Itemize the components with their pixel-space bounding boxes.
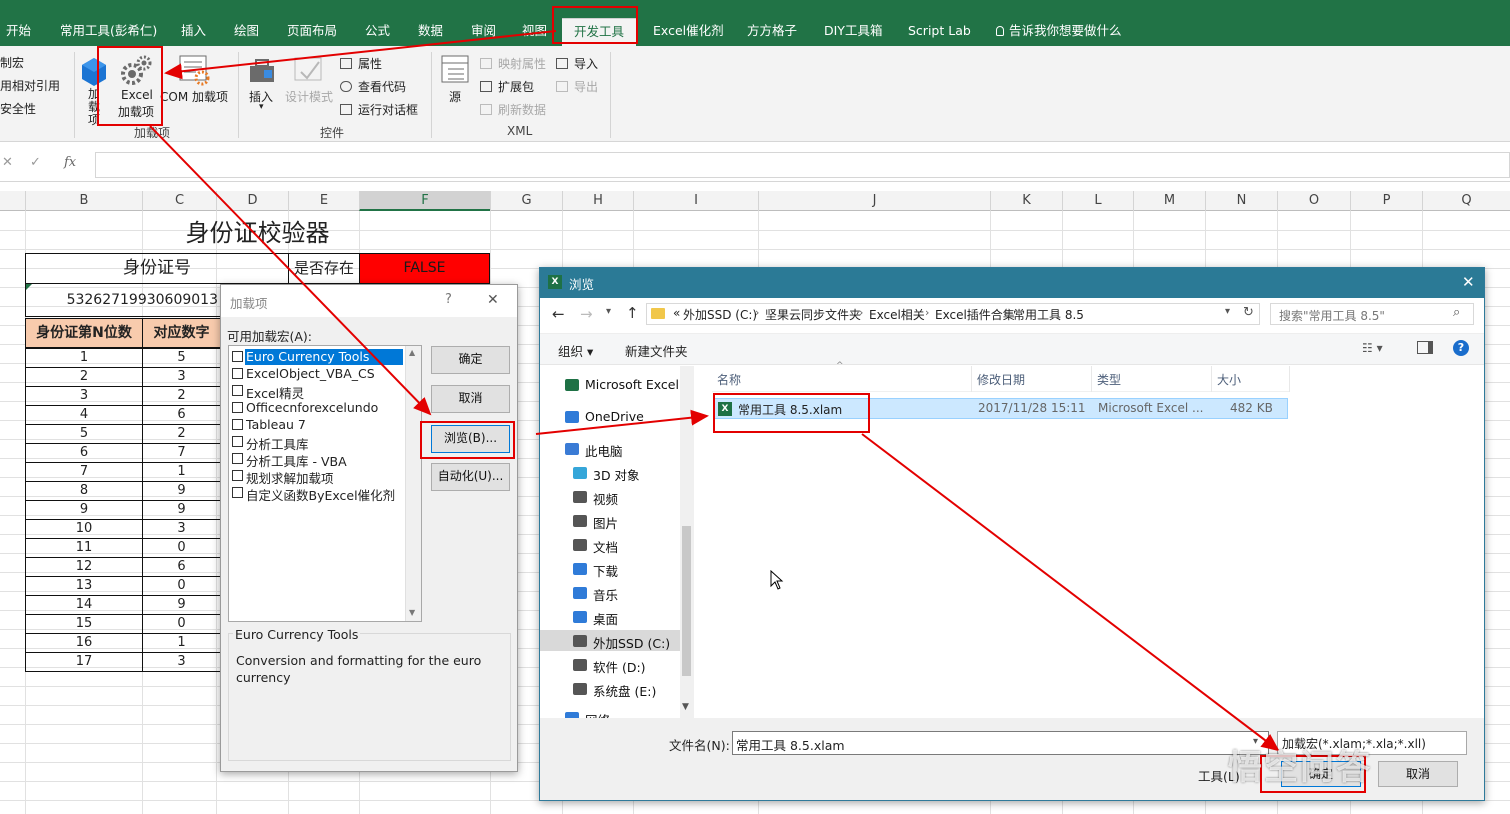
watermark-text: 悟空问答 (1228, 748, 1372, 788)
arrow-browse-to-file (535, 409, 709, 435)
arrow-file-to-ok (861, 433, 1280, 752)
arrow-addins-to-browse (149, 125, 432, 416)
arrow-tab-to-addins (164, 30, 557, 80)
annotation-arrows (149, 30, 1280, 752)
